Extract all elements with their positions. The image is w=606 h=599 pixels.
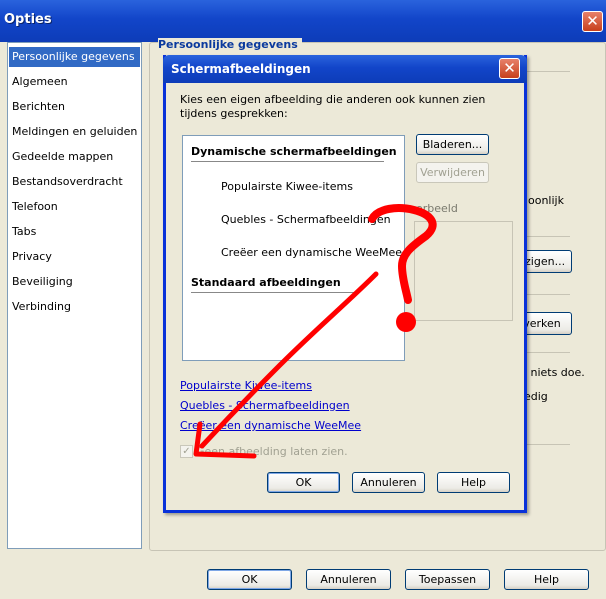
dialog-instructions: Kies een eigen afbeelding die anderen oo… <box>180 93 486 120</box>
options-category-list[interactable]: Persoonlijke gegevens Algemeen Berichten… <box>7 42 142 549</box>
pane-divider <box>526 71 570 72</box>
picture-list[interactable]: Dynamische schermafbeeldingen Populairst… <box>182 135 405 361</box>
dialog-cancel-button[interactable]: Annuleren <box>352 472 425 493</box>
category-divider <box>191 161 384 162</box>
no-picture-row: ✓ Geen afbeelding laten zien. <box>180 445 348 458</box>
pane-divider <box>526 236 570 237</box>
list-item[interactable]: Quebles - Schermafbeeldingen <box>221 213 391 226</box>
sidebar-item-tabs[interactable]: Tabs <box>9 222 140 242</box>
pane-divider <box>526 294 570 295</box>
list-item[interactable]: Populairste Kiwee-items <box>221 180 353 193</box>
close-icon: ✕ <box>586 12 599 30</box>
display-picture-dialog: Schermafbeeldingen ✕ Kies een eigen afbe… <box>163 55 527 513</box>
sidebar-item-connection[interactable]: Verbinding <box>9 297 140 317</box>
remove-button[interactable]: Verwijderen <box>416 162 489 183</box>
window-close-button[interactable]: ✕ <box>582 11 603 32</box>
help-button[interactable]: Help <box>504 569 589 590</box>
preview-box <box>414 221 513 321</box>
category-divider <box>191 292 355 293</box>
sidebar-item-personal[interactable]: Persoonlijke gegevens <box>9 47 140 67</box>
sidebar-item-privacy[interactable]: Privacy <box>9 247 140 267</box>
dialog-ok-button[interactable]: OK <box>267 472 340 493</box>
apply-button[interactable]: Toepassen <box>405 569 490 590</box>
sidebar-item-security[interactable]: Beveiliging <box>9 272 140 292</box>
cancel-button[interactable]: Annuleren <box>306 569 391 590</box>
preview-label: orbeeld <box>416 202 458 215</box>
no-picture-checkbox[interactable]: ✓ <box>180 445 193 458</box>
category-standard: Standaard afbeeldingen <box>191 276 341 289</box>
sidebar-item-notifications[interactable]: Meldingen en geluiden <box>9 122 140 142</box>
list-item[interactable]: Creëer een dynamische WeeMee <box>221 246 402 259</box>
category-dynamic: Dynamische schermafbeeldingen <box>191 145 397 158</box>
no-picture-label: Geen afbeelding laten zien. <box>196 445 348 458</box>
window-title: Opties <box>4 12 52 27</box>
ok-button[interactable]: OK <box>207 569 292 590</box>
dialog-close-button[interactable]: ✕ <box>499 58 520 79</box>
sidebar-item-shared-folders[interactable]: Gedeelde mappen <box>9 147 140 167</box>
browse-button[interactable]: Bladeren... <box>416 134 489 155</box>
sidebar-item-file-transfer[interactable]: Bestandsoverdracht <box>9 172 140 192</box>
pane-divider <box>526 444 570 445</box>
options-titlebar: Opties ✕ <box>0 0 606 42</box>
link-quebles[interactable]: Quebles - Schermafbeeldingen <box>180 399 350 412</box>
dialog-titlebar: Schermafbeeldingen ✕ <box>163 55 527 83</box>
link-create-weemee[interactable]: Creëer een dynamische WeeMee <box>180 419 361 432</box>
sidebar-item-messages[interactable]: Berichten <box>9 97 140 117</box>
pane-text-fragment: oonlijk <box>528 194 564 207</box>
pane-divider <box>526 352 570 353</box>
dialog-title: Schermafbeeldingen <box>171 62 311 76</box>
link-popular-kiwee[interactable]: Populairste Kiwee-items <box>180 379 312 392</box>
pane-text-fragment: edig <box>524 390 548 403</box>
pane-text-fragment: n niets doe. <box>520 366 585 379</box>
sidebar-item-general[interactable]: Algemeen <box>9 72 140 92</box>
close-icon: ✕ <box>503 59 516 77</box>
dialog-help-button[interactable]: Help <box>437 472 510 493</box>
sidebar-item-phone[interactable]: Telefoon <box>9 197 140 217</box>
pane-header: Persoonlijke gegevens <box>158 38 302 51</box>
